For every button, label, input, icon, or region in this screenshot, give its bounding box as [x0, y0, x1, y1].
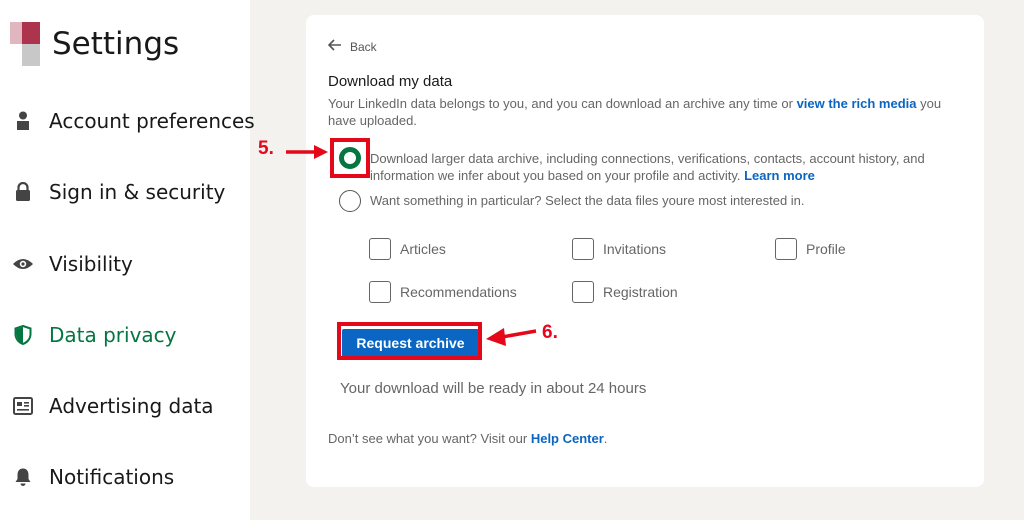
- download-data-card: Back Download my data Your LinkedIn data…: [306, 15, 984, 487]
- sidebar-item-label: Data privacy: [49, 323, 177, 347]
- person-icon: [12, 110, 34, 132]
- step5-highlight-box: [330, 138, 370, 178]
- radio-particular-files[interactable]: [339, 190, 361, 212]
- section-heading: Download my data: [328, 73, 453, 90]
- sidebar: Settings Account preferences Sign in & s…: [0, 0, 255, 520]
- sidebar-item-data-privacy[interactable]: Data privacy: [0, 315, 250, 355]
- sidebar-item-notifications[interactable]: Notifications: [0, 457, 250, 497]
- bell-icon: [12, 466, 34, 488]
- help-text-post: .: [603, 431, 608, 446]
- section-description: Your LinkedIn data belongs to you, and y…: [328, 95, 968, 129]
- help-center-link[interactable]: Help Center: [531, 431, 604, 446]
- sidebar-item-advertising-data[interactable]: Advertising data: [0, 386, 250, 426]
- step5-arrow-icon: [286, 145, 328, 159]
- checkbox-articles-label: Articles: [400, 241, 446, 257]
- help-text-pre: Don’t see what you want? Visit our: [328, 431, 531, 446]
- sidebar-item-label: Notifications: [49, 465, 175, 489]
- arrow-left-icon: [327, 39, 342, 54]
- help-text: Don’t see what you want? Visit our Help …: [328, 431, 607, 446]
- sidebar-item-label: Account preferences: [49, 109, 255, 133]
- step5-label: 5.: [258, 138, 274, 159]
- checkbox-registration[interactable]: [572, 281, 594, 303]
- back-label: Back: [350, 39, 377, 54]
- option1-text: Download larger data archive, including …: [370, 151, 925, 183]
- logo: [10, 22, 40, 66]
- checkbox-profile-label: Profile: [806, 241, 846, 257]
- step6-arrow-icon: [486, 328, 537, 346]
- description-text: Your LinkedIn data belongs to you, and y…: [328, 96, 797, 111]
- sidebar-item-sign-in-security[interactable]: Sign in & security: [0, 172, 250, 212]
- back-link[interactable]: Back: [327, 39, 377, 54]
- checkbox-articles[interactable]: [369, 238, 391, 260]
- checkbox-profile[interactable]: [775, 238, 797, 260]
- sidebar-item-account-preferences[interactable]: Account preferences: [0, 101, 255, 141]
- sidebar-item-label: Sign in & security: [49, 180, 226, 204]
- checkbox-registration-label: Registration: [603, 284, 678, 300]
- radio-particular-files-label: Want something in particular? Select the…: [370, 193, 805, 208]
- checkbox-invitations[interactable]: [572, 238, 594, 260]
- eye-icon: [12, 253, 34, 275]
- sidebar-item-label: Visibility: [49, 252, 133, 276]
- learn-more-link[interactable]: Learn more: [744, 168, 815, 183]
- page-title: Settings: [52, 26, 180, 62]
- radio-larger-archive-label: Download larger data archive, including …: [370, 150, 970, 184]
- newspaper-icon: [12, 395, 34, 417]
- step6-highlight-box: [337, 322, 482, 360]
- lock-icon: [12, 181, 34, 203]
- sidebar-item-label: Advertising data: [49, 394, 214, 418]
- checkbox-invitations-label: Invitations: [603, 241, 667, 257]
- ready-notice: Your download will be ready in about 24 …: [340, 380, 647, 397]
- checkbox-recommendations-label: Recommendations: [400, 284, 517, 300]
- step6-label: 6.: [542, 322, 558, 343]
- view-rich-media-link[interactable]: view the rich media: [797, 96, 917, 111]
- sidebar-item-visibility[interactable]: Visibility: [0, 244, 250, 284]
- checkbox-recommendations[interactable]: [369, 281, 391, 303]
- shield-icon: [12, 324, 34, 346]
